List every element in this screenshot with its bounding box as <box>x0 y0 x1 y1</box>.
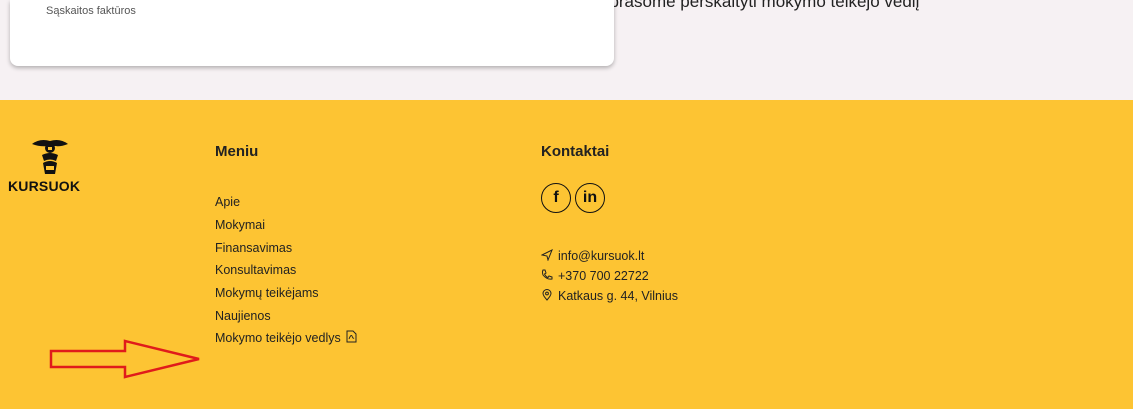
contact-email[interactable]: info@kursuok.lt <box>540 246 678 266</box>
top-paragraph-tail: , prašome perskaityti mokymo teikėjo ved… <box>600 0 920 11</box>
contact-address: Katkaus g. 44, Vilnius <box>541 286 678 306</box>
contact-phone-text: +370 700 22722 <box>558 269 649 283</box>
contact-email-text: info@kursuok.lt <box>558 249 645 263</box>
contact-address-text: Katkaus g. 44, Vilnius <box>558 289 678 303</box>
menu-item-mokymo-teikejo-vedlys[interactable]: Mokymo teikėjo vedlys <box>215 327 357 350</box>
social-links: f in <box>541 183 605 213</box>
menu-item-mokymai[interactable]: Mokymai <box>215 214 357 237</box>
logo-text: KURSUOK <box>8 178 81 194</box>
invoice-card-text: Sąskaitos faktūros <box>46 5 136 17</box>
linkedin-icon[interactable]: in <box>575 183 605 213</box>
menu-item-naujienos[interactable]: Naujienos <box>215 304 357 327</box>
send-icon <box>540 248 555 264</box>
contact-phone[interactable]: +370 700 22722 <box>541 266 678 286</box>
contact-list: info@kursuok.lt +370 700 22722 Katkaus g… <box>540 246 678 306</box>
menu-item-label: Mokymo teikėjo vedlys <box>215 331 341 346</box>
contacts-heading: Kontaktai <box>541 143 610 160</box>
pdf-file-icon <box>346 330 357 346</box>
menu-item-finansavimas[interactable]: Finansavimas <box>215 236 357 259</box>
phone-icon <box>541 269 555 284</box>
facebook-icon[interactable]: f <box>541 183 571 213</box>
menu-heading: Meniu <box>215 143 259 160</box>
annotation-arrow-icon <box>49 339 200 379</box>
logo-mascot-icon <box>32 140 68 174</box>
menu-item-konsultavimas[interactable]: Konsultavimas <box>215 259 357 282</box>
menu-item-mokymu-teikejams[interactable]: Mokymų teikėjams <box>215 282 357 305</box>
location-pin-icon <box>541 288 555 304</box>
invoice-card: Sąskaitos faktūros <box>10 0 614 66</box>
footer-menu: Apie Mokymai Finansavimas Konsultavimas … <box>215 191 357 350</box>
menu-item-apie[interactable]: Apie <box>215 191 357 214</box>
